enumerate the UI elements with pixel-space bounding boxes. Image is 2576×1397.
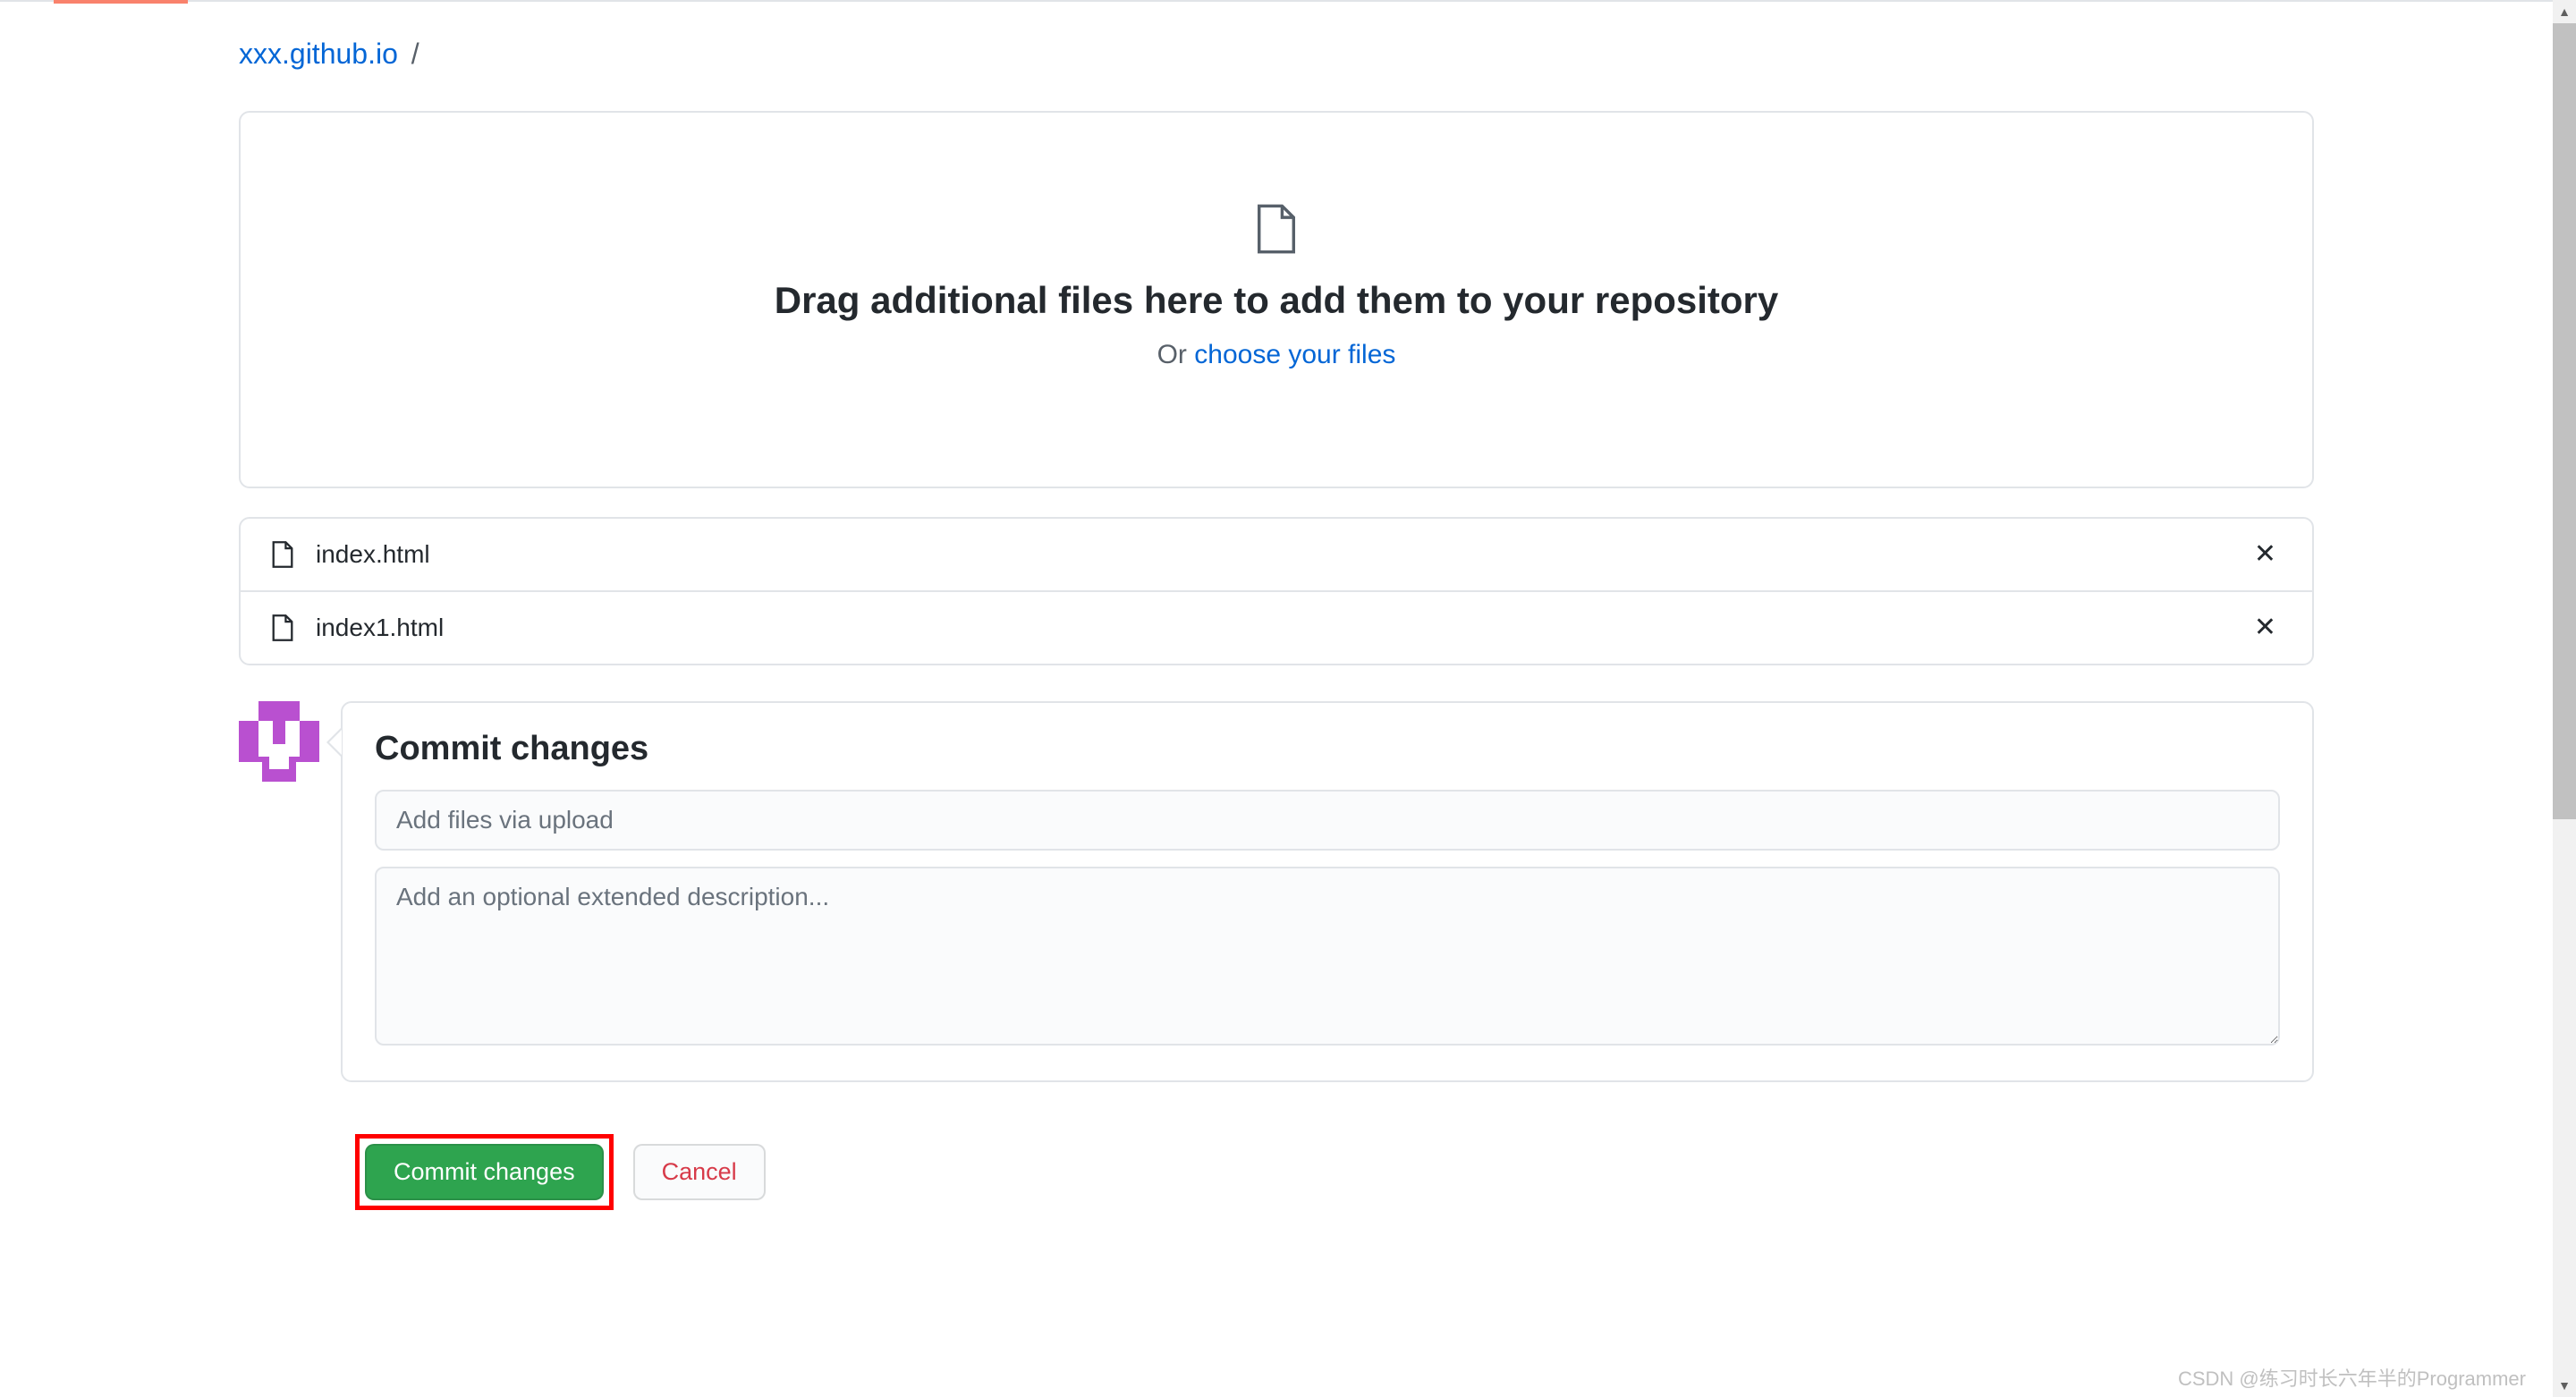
commit-heading: Commit changes [375, 730, 2280, 768]
uploaded-files-list: index.html ✕ index1.html ✕ [239, 517, 2314, 665]
file-icon [269, 540, 296, 569]
commit-summary-input[interactable] [375, 790, 2280, 851]
breadcrumb-separator: / [411, 38, 419, 70]
drop-zone-heading: Drag additional files here to add them t… [276, 279, 2276, 322]
file-drop-zone[interactable]: Drag additional files here to add them t… [239, 111, 2314, 488]
scrollbar-thumb[interactable] [2553, 23, 2576, 819]
scrollbar-arrow-down-icon[interactable]: ▼ [2553, 1374, 2576, 1397]
avatar[interactable] [239, 701, 319, 782]
commit-description-textarea[interactable] [375, 867, 2280, 1046]
remove-file-button[interactable]: ✕ [2247, 614, 2284, 641]
choose-files-link[interactable]: choose your files [1194, 340, 1395, 369]
breadcrumb-repo-link[interactable]: xxx.github.io [239, 38, 398, 70]
scrollbar-track[interactable]: ▲ ▼ [2553, 0, 2576, 1397]
close-icon: ✕ [2254, 539, 2276, 569]
or-text: Or [1157, 340, 1195, 369]
file-name: index1.html [316, 614, 2247, 642]
cancel-button[interactable]: Cancel [633, 1144, 766, 1200]
commit-actions: Commit changes Cancel [355, 1134, 2314, 1210]
drop-zone-subtext: Or choose your files [276, 340, 2276, 370]
active-tab-indicator [54, 0, 188, 4]
watermark-text: CSDN @练习时长六年半的Programmer [2178, 1363, 2526, 1392]
file-icon [1251, 202, 1301, 256]
remove-file-button[interactable]: ✕ [2247, 541, 2284, 568]
file-row: index.html ✕ [241, 519, 2312, 592]
commit-changes-button[interactable]: Commit changes [365, 1144, 604, 1200]
file-name: index.html [316, 540, 2247, 569]
close-icon: ✕ [2254, 613, 2276, 642]
annotation-highlight: Commit changes [355, 1134, 614, 1210]
commit-section: Commit changes [239, 701, 2314, 1082]
scrollbar-arrow-up-icon[interactable]: ▲ [2553, 0, 2576, 23]
breadcrumb: xxx.github.io / [239, 38, 2314, 71]
commit-form: Commit changes [341, 701, 2314, 1082]
file-icon [269, 614, 296, 642]
file-row: index1.html ✕ [241, 592, 2312, 664]
